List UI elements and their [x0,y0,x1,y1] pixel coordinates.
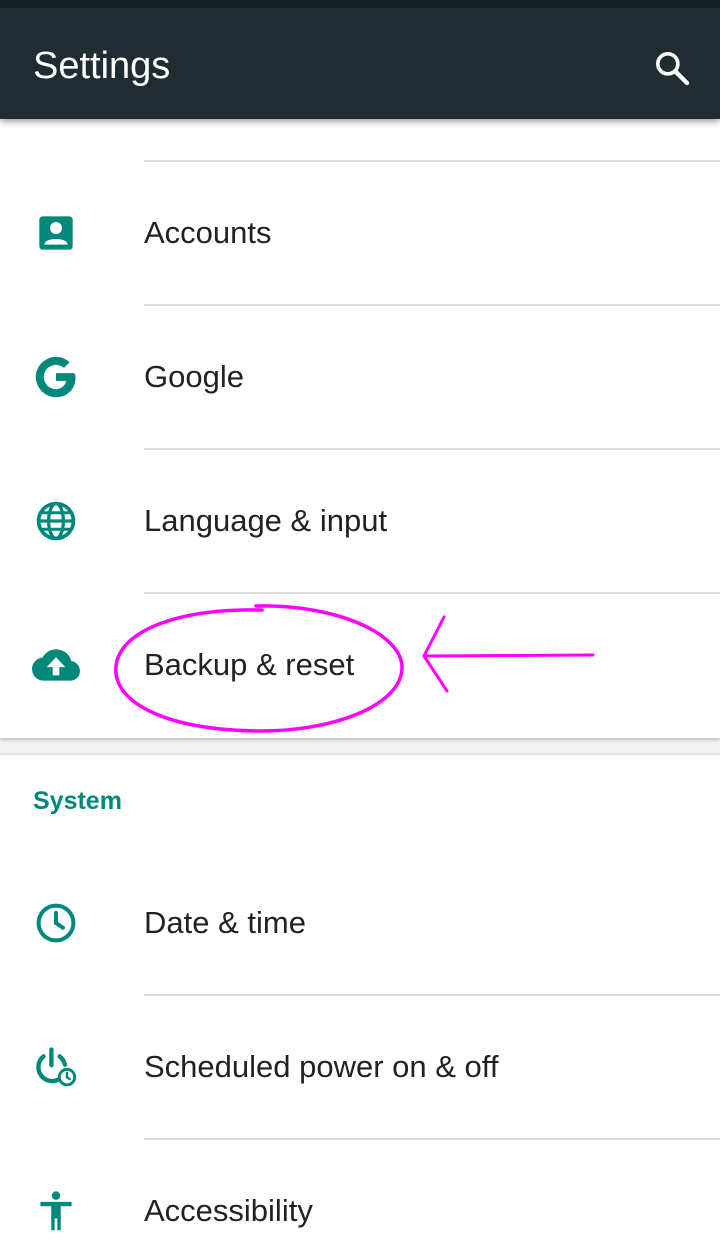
globe-icon [28,493,84,549]
settings-item-label: Language & input [144,503,388,538]
account-box-icon [28,205,84,261]
app-toolbar: Settings [0,8,720,119]
settings-item-google[interactable]: Google [0,306,720,448]
google-g-icon [28,349,84,405]
settings-item-language-input[interactable]: Language & input [0,450,720,592]
cloud-upload-icon [28,637,84,693]
settings-item-label: Accessibility [144,1193,313,1228]
search-button[interactable] [640,36,704,100]
settings-item-label: Google [144,359,244,394]
status-bar [0,0,720,8]
settings-item-label: Accounts [144,215,272,250]
settings-item-accessibility[interactable]: Accessibility [0,1140,720,1239]
clock-icon [28,895,84,951]
system-settings-card: System Date & time Scheduled power on & … [0,755,720,1239]
settings-item-accounts[interactable]: Accounts [0,162,720,304]
settings-item-date-time[interactable]: Date & time [0,852,720,994]
settings-screen: Settings Accounts Google Language & inpu… [0,0,720,1239]
settings-item-backup-reset[interactable]: Backup & reset [0,594,720,736]
page-title: Settings [33,45,171,87]
personal-settings-card: Accounts Google Language & input Backup … [0,119,720,738]
settings-item-label: Scheduled power on & off [144,1049,499,1084]
accessibility-icon [28,1183,84,1239]
settings-item-label: Backup & reset [144,647,355,682]
settings-item-label: Date & time [144,905,306,940]
settings-item-scheduled-power[interactable]: Scheduled power on & off [0,996,720,1138]
section-header-system: System [33,787,122,815]
search-icon [656,52,690,86]
power-clock-icon [28,1039,84,1095]
